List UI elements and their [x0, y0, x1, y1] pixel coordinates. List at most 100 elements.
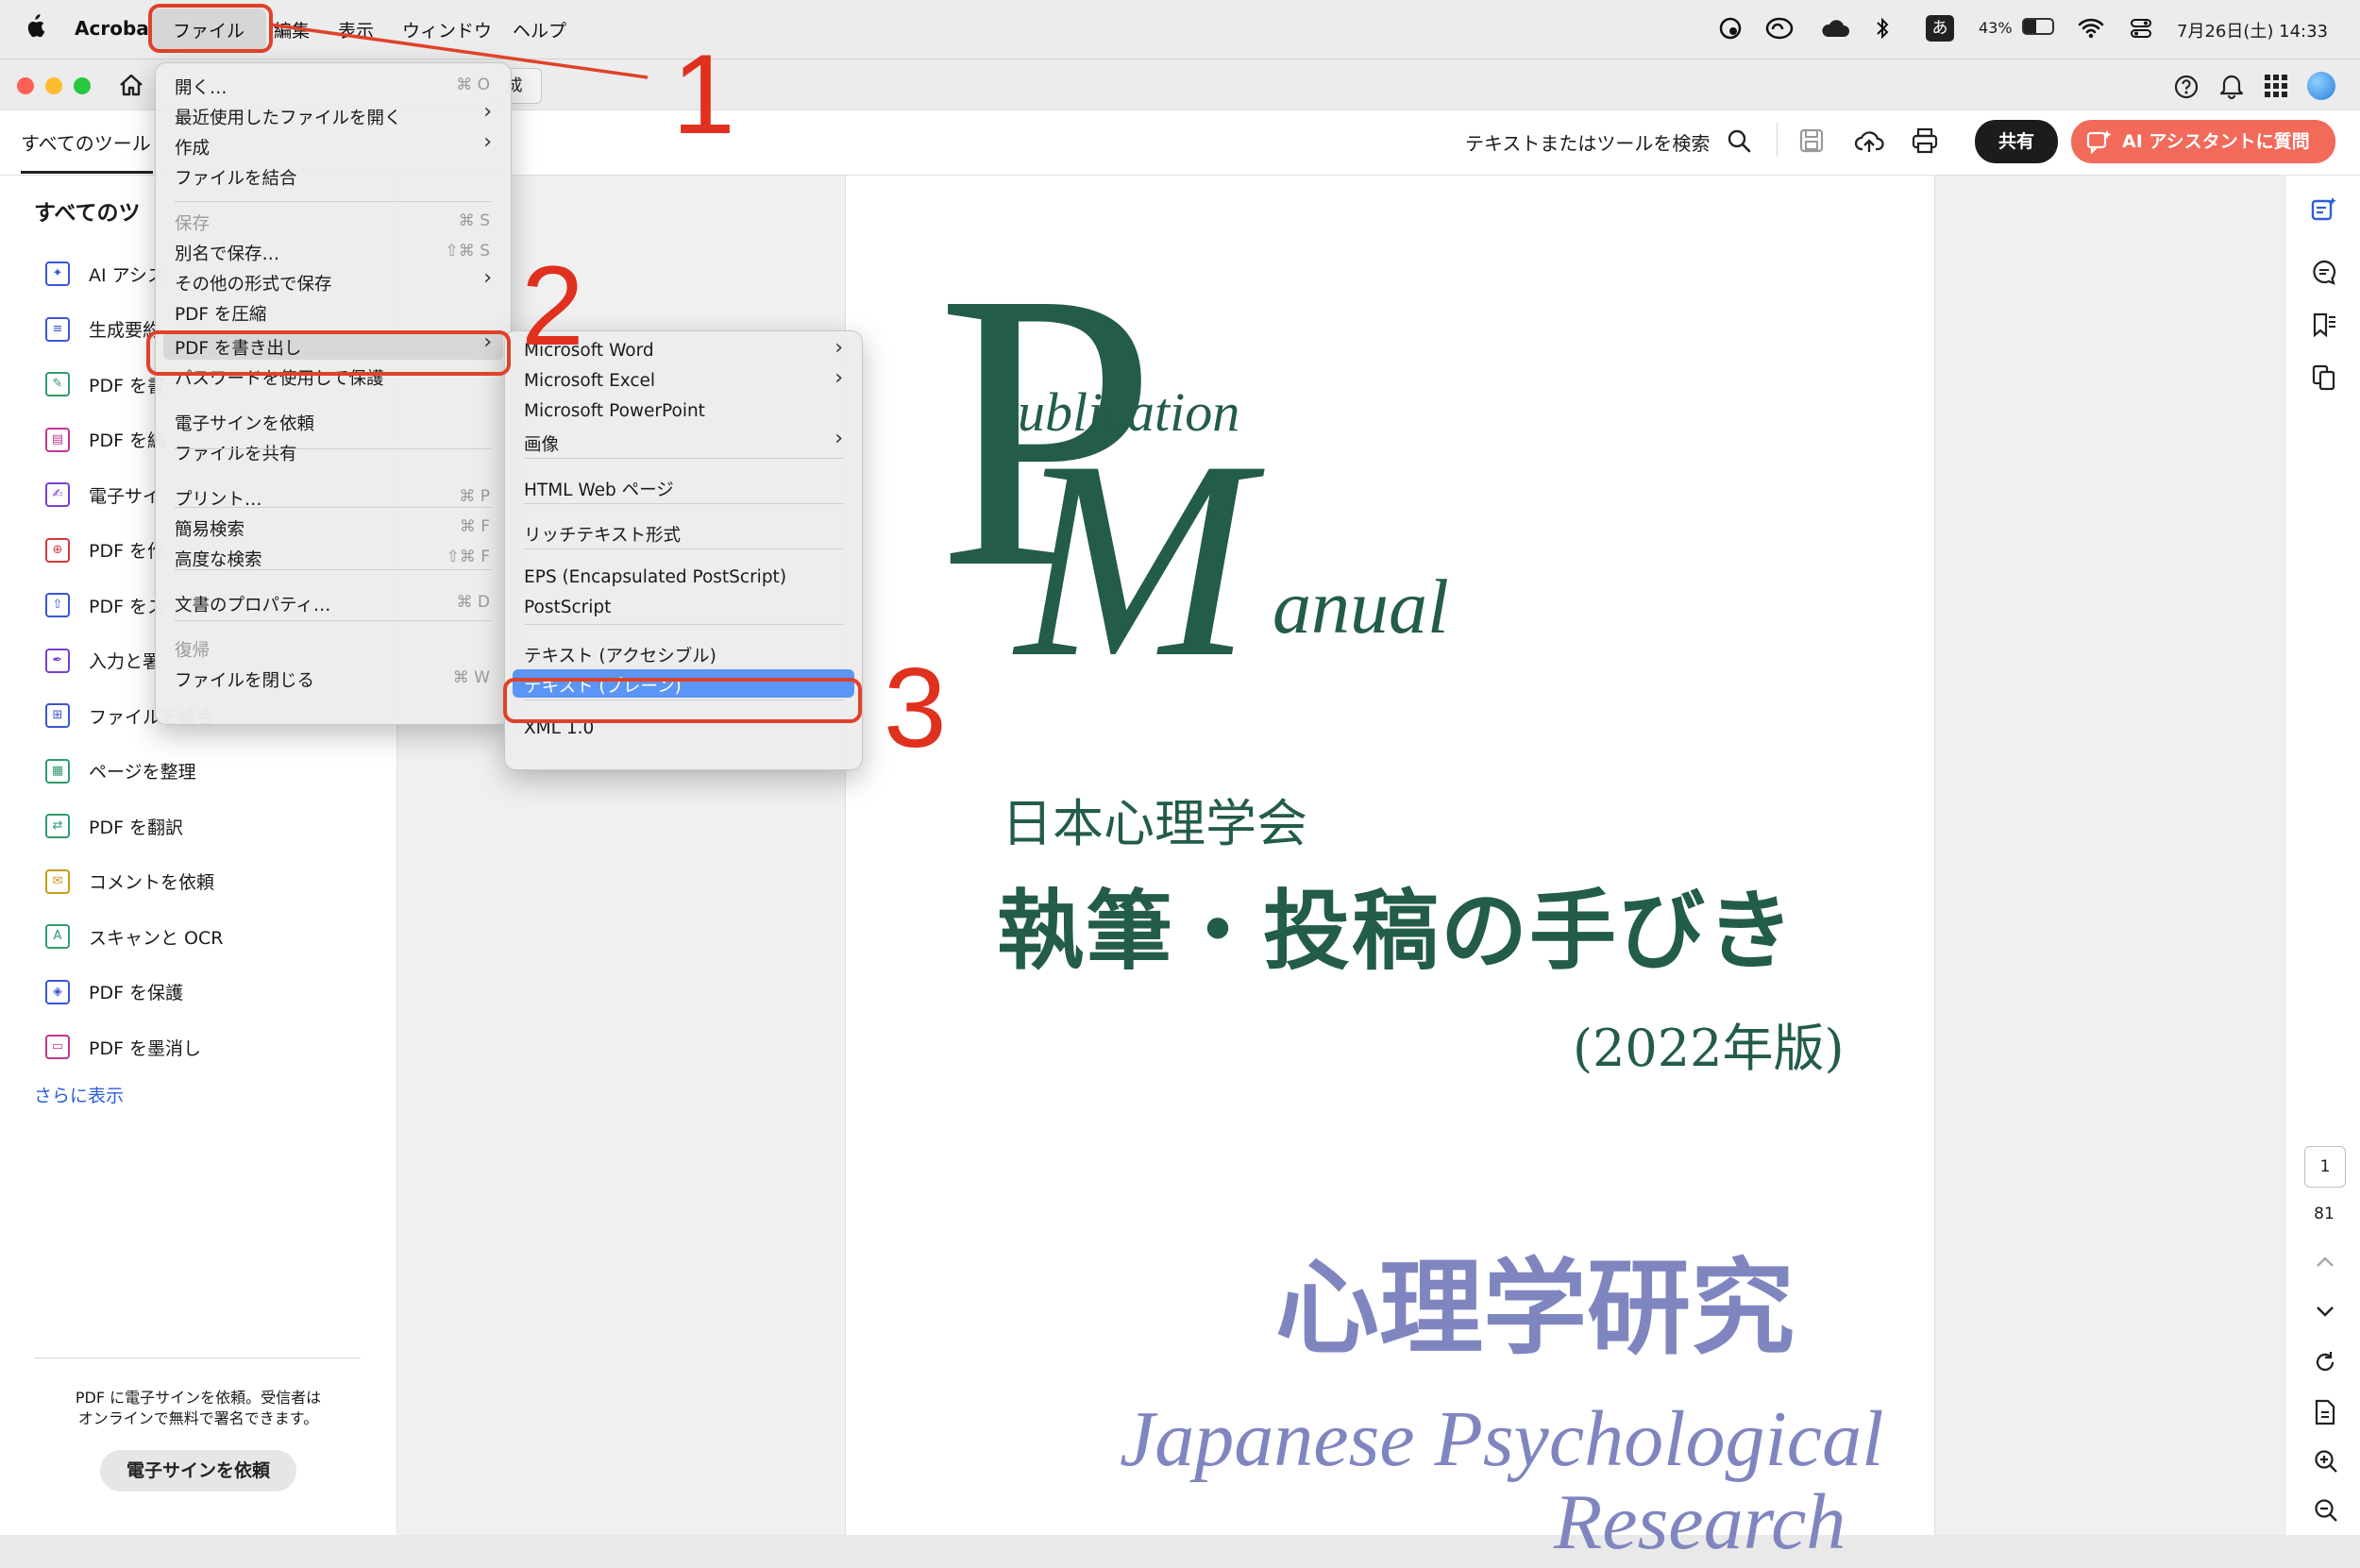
tool-item[interactable]: A スキャンと OCR: [45, 918, 223, 955]
tool-icon: ✉: [45, 868, 70, 894]
export-menu-item[interactable]: リッチテキスト形式: [524, 522, 681, 547]
file-menu-item[interactable]: ファイルを共有: [175, 441, 297, 465]
tool-label: PDF を翻訳: [89, 817, 184, 838]
panel-divider: [34, 1357, 361, 1358]
file-menu-shortcut: ⇧⌘ S: [445, 242, 490, 261]
file-menu-item[interactable]: 高度な検索: [175, 547, 262, 571]
chevron-right-icon: ›: [834, 366, 843, 390]
menu-separator: [175, 448, 492, 449]
file-menu-item[interactable]: その他の形式で保存: [175, 271, 332, 295]
tool-item[interactable]: ⇧ PDF をス: [45, 586, 165, 624]
tool-icon: ⇧: [45, 593, 70, 617]
menu-separator: [175, 620, 492, 621]
tool-item[interactable]: ▭ PDF を墨消し: [45, 1028, 201, 1066]
file-menu-shortcut: ⌘ F: [459, 517, 490, 536]
tool-item[interactable]: ✎ PDF を書: [45, 365, 165, 403]
promo-text-line-2: オンラインで無料で署名できます。: [77, 1409, 319, 1427]
tool-item[interactable]: ✒ 入力と署: [45, 642, 160, 680]
step-3-highlight: [503, 678, 862, 723]
journal-title-jp: 心理学研究: [1275, 1247, 1795, 1369]
tool-label: PDF をス: [89, 596, 166, 617]
tool-icon: ⊞: [45, 703, 70, 728]
tool-item[interactable]: ◈ PDF を保護: [45, 973, 183, 1011]
document-title: 執筆・投稿の手びき: [997, 880, 1796, 982]
current-page-field[interactable]: 1: [2304, 1146, 2346, 1188]
request-esign-button[interactable]: 電子サインを依頼: [100, 1450, 296, 1492]
bookmark-icon[interactable]: [2311, 312, 2337, 338]
tool-icon: ⊕: [45, 537, 70, 563]
menu-separator: [175, 569, 492, 570]
tools-panel-heading: すべてのツ: [34, 201, 141, 226]
comment-icon[interactable]: [2311, 259, 2337, 285]
file-menu-item[interactable]: 別名で保存…: [175, 241, 279, 265]
tool-label: AI アシス: [89, 264, 165, 286]
zoom-in-icon[interactable]: [2313, 1448, 2339, 1475]
step-2-number: 2: [521, 243, 584, 369]
journal-title-en-1: Japanese Psychological: [1120, 1395, 1884, 1483]
file-menu-item: 保存: [175, 214, 211, 234]
promo-text: PDF に電子サインを依頼。受信者は オンラインで無料で署名できます。: [0, 1388, 396, 1429]
tool-icon: A: [45, 924, 70, 949]
file-menu-shortcut: ⌘ D: [456, 593, 491, 612]
edition-label: (2022年版): [1573, 1019, 1845, 1078]
export-menu-item[interactable]: 画像: [524, 431, 559, 456]
menu-separator: [524, 624, 843, 625]
file-menu-item[interactable]: PDF を圧縮: [175, 301, 266, 326]
show-more-link[interactable]: さらに表示: [34, 1082, 124, 1107]
tool-icon: ✦: [45, 261, 70, 286]
file-menu-shortcut: ⇧⌘ F: [446, 548, 490, 566]
file-menu-item[interactable]: 簡易検索: [175, 516, 244, 541]
chevron-down-icon[interactable]: [2315, 1305, 2335, 1318]
tool-item[interactable]: ▤ PDF を編: [45, 421, 165, 459]
file-menu-shortcut: ⌘ W: [452, 668, 490, 687]
tool-item[interactable]: ⇄ PDF を翻訳: [45, 807, 183, 845]
export-menu-item[interactable]: Microsoft Excel: [524, 371, 655, 391]
promo-text-line-1: PDF に電子サインを依頼。受信者は: [75, 1389, 322, 1407]
file-menu-item[interactable]: ファイルを閉じる: [175, 667, 314, 692]
file-menu-item: 復帰: [175, 641, 211, 661]
chevron-right-icon: ›: [834, 427, 843, 450]
tool-label: コメントを依頼: [89, 872, 215, 893]
step-1-number: 1: [672, 31, 735, 158]
zoom-out-icon[interactable]: [2313, 1497, 2339, 1524]
export-menu-item[interactable]: HTML Web ページ: [524, 477, 674, 501]
tool-label: PDF を保護: [89, 983, 184, 1003]
tool-item[interactable]: ▦ ページを整理: [45, 752, 196, 790]
tool-item[interactable]: ✍ 電子サイ: [45, 476, 160, 514]
file-menu-item[interactable]: 電子サインを依頼: [175, 411, 314, 435]
rotate-icon[interactable]: [2313, 1350, 2337, 1374]
export-menu-item[interactable]: EPS (Encapsulated PostScript): [524, 567, 786, 587]
tool-item[interactable]: ⊕ PDF を作: [45, 531, 165, 569]
fit-page-icon[interactable]: [2313, 1399, 2337, 1425]
pages-icon[interactable]: [2311, 364, 2337, 391]
chevron-right-icon: ›: [834, 336, 843, 360]
tool-item[interactable]: ✉ コメントを依頼: [45, 863, 214, 901]
chevron-right-icon: ›: [483, 266, 492, 290]
export-menu-item[interactable]: PostScript: [524, 598, 611, 617]
tool-icon: ≡: [45, 316, 70, 342]
step-2-highlight: [146, 330, 511, 376]
total-pages-label: 81: [2314, 1205, 2335, 1223]
society-name: 日本心理学会: [1002, 794, 1307, 853]
file-menu-shortcut: ⌘ P: [459, 487, 490, 506]
step-1-pointer-line: [269, 23, 649, 79]
tool-item[interactable]: ≡ 生成要約: [45, 311, 160, 348]
export-menu-item[interactable]: テキスト (アクセシブル): [524, 643, 716, 667]
tool-icon: ✎: [45, 372, 70, 396]
ai-summary-icon[interactable]: [2311, 196, 2337, 223]
tool-label: PDF を編: [89, 430, 166, 451]
file-menu-item[interactable]: 文書のプロパティ…: [175, 592, 330, 616]
pdf-page[interactable]: P ublication M anual 日本心理学会 執筆・投稿の手びき (2…: [845, 176, 1935, 1566]
menu-separator: [175, 507, 492, 508]
tool-item[interactable]: ✦ AI アシス: [45, 255, 165, 293]
tool-icon: ▦: [45, 758, 70, 784]
tool-label: 電子サイ: [89, 485, 161, 507]
export-menu-item[interactable]: Microsoft PowerPoint: [524, 401, 705, 421]
menu-separator: [524, 548, 843, 549]
tool-icon: ✒: [45, 648, 70, 673]
journal-title-en-2: Research: [1554, 1478, 1846, 1566]
logo-letter-m: M: [1016, 402, 1252, 716]
step-3-number: 3: [884, 645, 947, 771]
menu-separator: [524, 458, 843, 459]
chevron-up-icon[interactable]: [2315, 1256, 2335, 1269]
